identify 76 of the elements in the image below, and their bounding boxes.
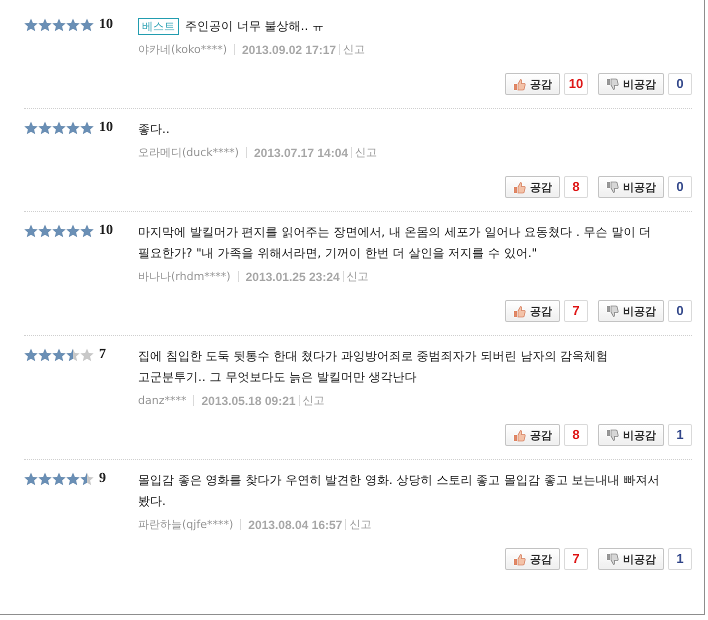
- review-date: 2013.07.17 14:04: [254, 146, 348, 160]
- star-icon: [52, 472, 66, 486]
- thumbs-up-icon: [513, 304, 526, 318]
- review-text: 좋다..: [138, 122, 170, 136]
- like-button[interactable]: 공감: [505, 73, 560, 95]
- author-name: 야카네(koko****): [138, 42, 227, 57]
- star-icon: [80, 348, 94, 362]
- dislike-button[interactable]: 비공감: [598, 424, 664, 446]
- like-button[interactable]: 공감: [505, 424, 560, 446]
- thumbs-up-icon: [513, 428, 526, 442]
- dislike-button[interactable]: 비공감: [598, 548, 664, 570]
- review-date: 2013.01.25 23:24: [246, 270, 340, 284]
- star-icon: [52, 121, 66, 135]
- star-icon: [38, 121, 52, 135]
- star-icon: [52, 348, 66, 362]
- like-count: 8: [564, 176, 588, 198]
- star-icon: [24, 472, 38, 486]
- review-date: 2013.08.04 16:57: [248, 518, 342, 532]
- dislike-count: 0: [668, 300, 692, 322]
- thumbs-down-icon: [606, 428, 619, 442]
- star-icon: [38, 472, 52, 486]
- star-icon: [80, 18, 94, 32]
- score: 10: [99, 224, 113, 238]
- star-icon: [66, 18, 80, 32]
- like-button[interactable]: 공감: [505, 176, 560, 198]
- score: 9: [99, 472, 106, 486]
- star-icon: [38, 18, 52, 32]
- dislike-count: 1: [668, 548, 692, 570]
- star-icon: [80, 121, 94, 135]
- thumbs-down-icon: [606, 552, 619, 566]
- star-icon: [66, 348, 80, 362]
- score: 7: [99, 348, 106, 362]
- star-icon: [38, 224, 52, 238]
- author-name: danz****: [138, 394, 186, 407]
- thumbs-up-icon: [513, 78, 526, 90]
- thumbs-down-icon: [606, 78, 619, 90]
- score: 10: [99, 121, 113, 135]
- dislike-count: 0: [668, 176, 692, 198]
- star-icon: [80, 472, 94, 486]
- like-count: 7: [564, 300, 588, 322]
- like-button[interactable]: 공감: [505, 548, 560, 570]
- star-icon: [24, 18, 38, 32]
- thumbs-down-icon: [606, 180, 619, 194]
- best-badge: 베스트: [138, 18, 179, 35]
- dislike-button[interactable]: 비공감: [598, 300, 664, 322]
- author-name: 오라메디(duck****): [138, 145, 239, 160]
- like-button[interactable]: 공감: [505, 300, 560, 322]
- like-count: 8: [564, 424, 588, 446]
- review-date: 2013.09.02 17:17: [242, 42, 336, 56]
- dislike-button[interactable]: 비공감: [598, 176, 664, 198]
- star-icon: [24, 121, 38, 135]
- review-text: 마지막에 발킬머가 편지를 읽어주는 장면에서, 내 온몸의 세포가 일어나 요동쳤다 . 무슨 말이 더 필요한가? "내 가족을 위해서라면, 기꺼이 한번 더 살인을 저지를 수 있어.": [138, 225, 652, 260]
- like-count: 7: [564, 548, 588, 570]
- dislike-count: 0: [668, 73, 692, 95]
- star-icon: [80, 224, 94, 238]
- thumbs-up-icon: [513, 552, 526, 566]
- dislike-button[interactable]: 비공감: [598, 73, 664, 95]
- like-count: 10: [564, 73, 588, 95]
- review-text: 집에 침입한 도둑 뒷통수 한대 쳤다가 과잉방어죄로 중범죄자가 되버린 남자의 감옥체험 고군분투기.. 그 무엇보다도 늙은 발킬머만 생각난다: [138, 349, 608, 384]
- review-date: 2013.05.18 09:21: [201, 394, 296, 408]
- star-icon: [66, 121, 80, 135]
- star-icon: [52, 18, 66, 32]
- review-text: 몰입감 좋은 영화를 찾다가 우연히 발견한 영화. 상당히 스토리 좋고 몰입감 좋고 보는내내 빠져서 봤다.: [138, 473, 660, 508]
- star-icon: [66, 472, 80, 486]
- author-name: 파란하늘(qjfe****): [138, 517, 234, 532]
- star-icon: [52, 224, 66, 238]
- score: 10: [99, 18, 113, 32]
- dislike-count: 1: [668, 424, 692, 446]
- author-name: 바나나(rhdm****): [138, 269, 231, 284]
- thumbs-down-icon: [606, 304, 619, 318]
- star-icon: [66, 224, 80, 238]
- thumbs-up-icon: [513, 180, 526, 194]
- star-icon: [24, 348, 38, 362]
- star-icon: [24, 224, 38, 238]
- star-icon: [38, 348, 52, 362]
- review-text: 주인공이 너무 불상해.. ㅠ: [185, 19, 324, 33]
